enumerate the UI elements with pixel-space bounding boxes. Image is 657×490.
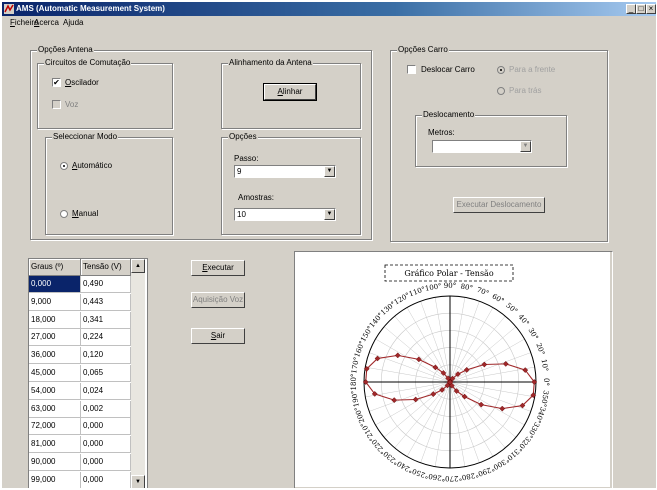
polar-chart: Gráfico Polar - Tensão0°10°20°30°40°50°6… (295, 252, 610, 487)
angle-tick-label: 270° (442, 474, 459, 482)
scroll-up-icon[interactable]: ▲ (131, 259, 145, 273)
automatico-label: Automático (72, 161, 113, 170)
deslocamento-title: Deslocamento (422, 110, 476, 120)
table-cell[interactable]: 45,000 (29, 365, 81, 382)
table-cell[interactable]: 0,024 (81, 382, 131, 400)
table-cell[interactable]: 63,000 (29, 400, 81, 418)
table-cell[interactable]: 0,443 (81, 293, 131, 311)
maximize-button[interactable]: □ (636, 4, 646, 14)
passo-label: Passo: (234, 154, 259, 163)
polar-chart-panel: Gráfico Polar - Tensão 0° 10° 20° 30° 40° 50° 6… (294, 251, 613, 488)
modo-group: Seleccionar Modo Automático Manual (45, 132, 173, 235)
opcoes-antena-title: Opções Antena (37, 45, 94, 55)
alinhamento-group: Alinhamento da Antena Alinhar (221, 58, 361, 129)
table-cell[interactable]: 0,065 (81, 365, 131, 382)
scroll-down-icon[interactable]: ▼ (131, 475, 145, 488)
amostras-label: Amostras: (238, 193, 275, 202)
manual-radio[interactable] (60, 210, 68, 218)
voz-label: Voz (65, 100, 79, 109)
opcoes-antena-group: Opções Antena Circuitos de Comutação ✔ O… (30, 45, 372, 240)
angle-tick-label: 0° (542, 378, 550, 386)
passo-value: 9 (237, 167, 242, 176)
close-button[interactable]: × (646, 4, 656, 14)
app-icon (4, 4, 14, 14)
chart-title: Gráfico Polar - Tensão (404, 269, 493, 278)
oscilador-checkbox[interactable]: ✔ (52, 78, 61, 87)
title-bar[interactable]: AMS (Automatic Measurement System) _ □ × (2, 2, 656, 16)
metros-label: Metros: (428, 128, 455, 137)
table-cell[interactable]: 99,000 (29, 471, 81, 488)
table-cell[interactable]: 18,000 (29, 311, 81, 329)
table-cell[interactable]: 0,000 (81, 436, 131, 454)
window-title: AMS (Automatic Measurement System) (16, 4, 165, 13)
table-cell[interactable]: 72,000 (29, 418, 81, 436)
menu-bar: Ficheiro Acerca Ajuda (2, 16, 656, 30)
manual-label: Manual (72, 209, 99, 218)
table-cell[interactable]: 0,120 (81, 347, 131, 365)
opcoes-carro-title: Opções Carro (397, 45, 449, 55)
executar-deslocamento-button[interactable]: Executar Deslocamento (453, 197, 545, 213)
para-tras-label: Para trás (509, 86, 542, 95)
table-cell[interactable]: 0,224 (81, 329, 131, 347)
table-cell[interactable]: 0,002 (81, 400, 131, 418)
menu-ajuda[interactable]: Ajuda (63, 18, 83, 27)
table-cell[interactable]: 81,000 (29, 436, 81, 454)
angle-tick-label: 90° (444, 282, 456, 290)
table-cell[interactable]: 54,000 (29, 382, 81, 400)
para-frente-label: Para a frente (509, 65, 556, 74)
column-header[interactable]: Tensão (V) (81, 259, 131, 276)
chevron-down-icon[interactable]: ▼ (520, 141, 531, 152)
sair-button[interactable]: Sair (191, 328, 245, 344)
table-cell[interactable]: 0,000 (81, 418, 131, 436)
deslocar-carro-checkbox[interactable] (407, 65, 416, 74)
opcoes-group: Opções Passo: 9 ▼ Amostras: 10 ▼ (221, 132, 361, 235)
chevron-down-icon[interactable]: ▼ (324, 166, 335, 177)
angle-tick-label: 180° (350, 374, 358, 391)
aquisicao-voz-button[interactable]: Aquisição Voz (191, 292, 245, 308)
passo-select[interactable]: 9 ▼ (234, 165, 336, 178)
column-header[interactable]: Graus (º) (29, 259, 81, 276)
menu-acerca[interactable]: Acerca (34, 18, 59, 27)
alinhar-button[interactable]: Alinhar (263, 83, 317, 101)
table-cell[interactable]: 0,000 (81, 454, 131, 471)
alinhamento-title: Alinhamento da Antena (228, 58, 313, 68)
executar-button[interactable]: Executar (191, 260, 245, 276)
table-cell[interactable]: 0,490 (81, 276, 131, 293)
chevron-down-icon[interactable]: ▼ (324, 209, 335, 220)
automatico-radio[interactable] (60, 162, 68, 170)
circuitos-title: Circuitos de Comutação (44, 58, 132, 68)
table-cell[interactable]: 90,000 (29, 454, 81, 471)
table-cell[interactable]: 9,000 (29, 293, 81, 311)
table-cell[interactable]: 0,000 (81, 471, 131, 488)
deslocamento-group: Deslocamento Metros: ▼ (415, 110, 567, 167)
para-frente-radio[interactable] (497, 66, 505, 74)
table-cell[interactable]: 0,341 (81, 311, 131, 329)
voz-checkbox[interactable] (52, 100, 61, 109)
para-tras-radio[interactable] (497, 87, 505, 95)
minimize-button[interactable]: _ (626, 4, 636, 14)
amostras-value: 10 (237, 210, 246, 219)
metros-select[interactable]: ▼ (432, 140, 532, 153)
opcoes-title: Opções (228, 132, 258, 142)
table-cell[interactable]: 27,000 (29, 329, 81, 347)
vertical-scrollbar[interactable]: ▲ ▼ (131, 259, 145, 488)
amostras-select[interactable]: 10 ▼ (234, 208, 336, 221)
deslocar-carro-label: Deslocar Carro (421, 65, 475, 74)
circuitos-group: Circuitos de Comutação ✔ Oscilador Voz (37, 58, 173, 129)
app-window: AMS (Automatic Measurement System) _ □ ×… (2, 2, 656, 488)
table-cell[interactable]: 36,000 (29, 347, 81, 365)
modo-title: Seleccionar Modo (52, 132, 119, 142)
oscilador-label: Oscilador (65, 78, 99, 87)
data-table[interactable]: Graus (º) Tensão (V) 0,000 0,490 9,000 0,443 1… (28, 258, 148, 488)
table-cell[interactable]: 0,000 (29, 276, 81, 293)
opcoes-carro-group: Opções Carro Deslocar Carro Para a frent… (390, 45, 608, 242)
